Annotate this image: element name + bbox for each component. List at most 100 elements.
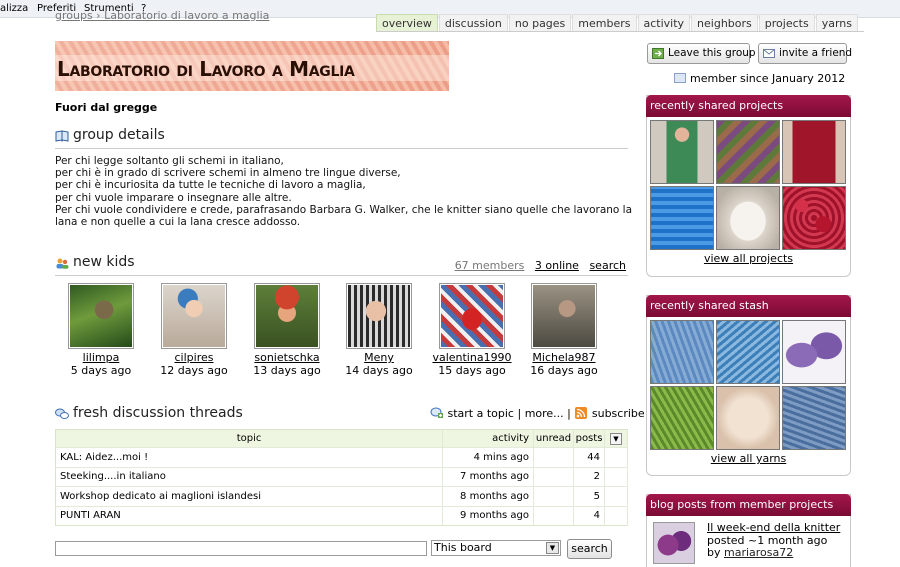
group-subtitle: Fuori dal gregge bbox=[55, 101, 158, 114]
kid-name[interactable]: cilpires bbox=[149, 351, 239, 364]
table-row[interactable]: Workshop dedicato ai maglioni islandesi … bbox=[55, 486, 628, 506]
thread-unread bbox=[533, 486, 575, 506]
project-thumbnail[interactable] bbox=[650, 120, 714, 184]
yarn-thumbnail[interactable] bbox=[716, 320, 780, 384]
search-button[interactable]: search bbox=[567, 539, 612, 559]
shared-stash-heading: recently shared stash bbox=[646, 295, 851, 317]
member-search-link[interactable]: search bbox=[589, 259, 626, 272]
new-kid-card[interactable]: sonietschka 13 days ago bbox=[242, 283, 332, 377]
tab-yarns[interactable]: yarns bbox=[815, 14, 858, 32]
menu-visualizza[interactable]: alizza bbox=[0, 3, 28, 14]
tab-activity[interactable]: activity bbox=[637, 14, 691, 32]
subscribe-link[interactable]: subscribe bbox=[592, 407, 645, 420]
blog-posts-heading: blog posts from member projects bbox=[646, 494, 851, 516]
book-icon bbox=[55, 130, 69, 142]
col-sort[interactable]: ▼ bbox=[604, 429, 628, 448]
new-kid-card[interactable]: cilpires 12 days ago bbox=[149, 283, 239, 377]
start-topic-link[interactable]: start a topic bbox=[448, 407, 514, 420]
avatar[interactable] bbox=[68, 283, 134, 349]
view-all-projects-link[interactable]: view all projects bbox=[647, 252, 850, 265]
yarn-thumbnail[interactable] bbox=[716, 386, 780, 450]
invite-friend-button[interactable]: invite a friend bbox=[758, 43, 852, 64]
envelope-icon bbox=[763, 49, 775, 58]
shared-projects-panel: recently shared projects view all projec… bbox=[646, 95, 851, 277]
col-topic[interactable]: topic bbox=[55, 429, 444, 448]
member-since: member since January 2012 bbox=[674, 72, 845, 85]
col-posts[interactable]: posts bbox=[573, 429, 605, 448]
col-unread[interactable]: unread bbox=[533, 429, 575, 448]
avatar[interactable] bbox=[161, 283, 227, 349]
tab-pages[interactable]: no pages bbox=[508, 14, 572, 32]
new-topic-icon bbox=[430, 407, 443, 418]
speech-bubbles-icon bbox=[55, 408, 69, 419]
avatar[interactable] bbox=[531, 283, 597, 349]
new-kid-card[interactable]: Meny 14 days ago bbox=[334, 283, 424, 377]
table-row[interactable]: KAL: Aidez...moi ! 4 mins ago 44 bbox=[55, 447, 628, 467]
tab-members[interactable]: members bbox=[572, 14, 637, 32]
kid-name[interactable]: sonietschka bbox=[242, 351, 332, 364]
thread-actions: start a topic | more... | subscribe bbox=[430, 407, 645, 420]
more-link[interactable]: more... bbox=[525, 407, 564, 420]
table-header-row: topic activity unread posts ▼ bbox=[55, 429, 628, 448]
tab-discussion[interactable]: discussion bbox=[438, 14, 508, 32]
thread-extra bbox=[604, 466, 628, 487]
blog-post: Il week-end della knitter posted ~1 mont… bbox=[647, 516, 850, 564]
blog-post-title[interactable]: Il week-end della knitter bbox=[707, 521, 840, 535]
yarn-thumbnail[interactable] bbox=[782, 386, 846, 450]
thread-extra bbox=[604, 447, 628, 467]
breadcrumb[interactable]: groups › Laboratorio di lavoro a maglia bbox=[55, 9, 269, 22]
project-thumbnail[interactable] bbox=[716, 120, 780, 184]
group-details-heading: group details bbox=[55, 127, 628, 149]
tab-overview[interactable]: overview bbox=[376, 14, 438, 32]
kid-joined: 5 days ago bbox=[70, 364, 132, 377]
yarn-thumbnail[interactable] bbox=[650, 386, 714, 450]
board-search-input[interactable] bbox=[55, 541, 427, 556]
board-scope-value: This board bbox=[434, 541, 492, 554]
group-tabs: overview discussion no pages members act… bbox=[376, 14, 859, 32]
tab-projects[interactable]: projects bbox=[758, 14, 815, 32]
new-kid-card[interactable]: valentina1990 15 days ago bbox=[427, 283, 517, 377]
yarn-thumbnail[interactable] bbox=[650, 320, 714, 384]
thread-topic[interactable]: Steeking....in italiano bbox=[55, 466, 444, 487]
kid-name[interactable]: Michela987 bbox=[519, 351, 609, 364]
sort-dropdown-icon[interactable]: ▼ bbox=[610, 432, 622, 445]
leave-group-button[interactable]: Leave this group bbox=[647, 43, 756, 64]
online-link[interactable]: 3 online bbox=[535, 259, 579, 272]
shared-stash-panel: recently shared stash view all yarns bbox=[646, 295, 851, 476]
thread-topic[interactable]: KAL: Aidez...moi ! bbox=[55, 447, 444, 467]
chevron-down-icon[interactable]: ▼ bbox=[546, 542, 559, 554]
view-all-yarns-link[interactable]: view all yarns bbox=[647, 452, 850, 465]
new-kid-card[interactable]: Michela987 16 days ago bbox=[519, 283, 609, 377]
avatar[interactable] bbox=[439, 283, 505, 349]
description-line: Per chi vuole condividere e crede, paraf… bbox=[55, 203, 633, 216]
avatar[interactable] bbox=[346, 283, 412, 349]
kid-joined: 13 days ago bbox=[253, 364, 321, 377]
leave-group-label: Leave this group bbox=[668, 47, 756, 59]
table-row[interactable]: PUNTI ARAN 9 months ago 4 bbox=[55, 505, 628, 526]
thread-topic[interactable]: PUNTI ARAN bbox=[55, 505, 444, 526]
table-row[interactable]: Steeking....in italiano 7 months ago 2 bbox=[55, 466, 628, 487]
rss-icon[interactable] bbox=[574, 407, 588, 419]
project-thumbnail[interactable] bbox=[716, 186, 780, 250]
blog-thumbnail[interactable] bbox=[653, 522, 695, 564]
avatar[interactable] bbox=[254, 283, 320, 349]
members-count-link[interactable]: 67 members bbox=[455, 259, 525, 272]
tab-neighbors[interactable]: neighbors bbox=[691, 14, 758, 32]
yarn-thumbnail[interactable] bbox=[782, 320, 846, 384]
new-kid-card[interactable]: lilimpa 5 days ago bbox=[56, 283, 146, 377]
project-thumbnail[interactable] bbox=[782, 120, 846, 184]
project-thumbnail[interactable] bbox=[782, 186, 846, 250]
col-activity[interactable]: activity bbox=[442, 429, 535, 448]
thread-topic[interactable]: Workshop dedicato ai maglioni islandesi bbox=[55, 486, 444, 506]
board-scope-select[interactable]: This board ▼ bbox=[431, 540, 561, 556]
thread-unread bbox=[533, 447, 575, 467]
description-line: lana e non quelle a cui la lana cresce a… bbox=[55, 216, 301, 229]
kid-name[interactable]: Meny bbox=[334, 351, 424, 364]
kid-name[interactable]: lilimpa bbox=[56, 351, 146, 364]
thread-extra bbox=[604, 486, 628, 506]
blog-post-author[interactable]: mariarosa72 bbox=[724, 546, 793, 559]
kid-joined: 16 days ago bbox=[530, 364, 598, 377]
kid-joined: 12 days ago bbox=[160, 364, 228, 377]
project-thumbnail[interactable] bbox=[650, 186, 714, 250]
kid-name[interactable]: valentina1990 bbox=[427, 351, 517, 364]
